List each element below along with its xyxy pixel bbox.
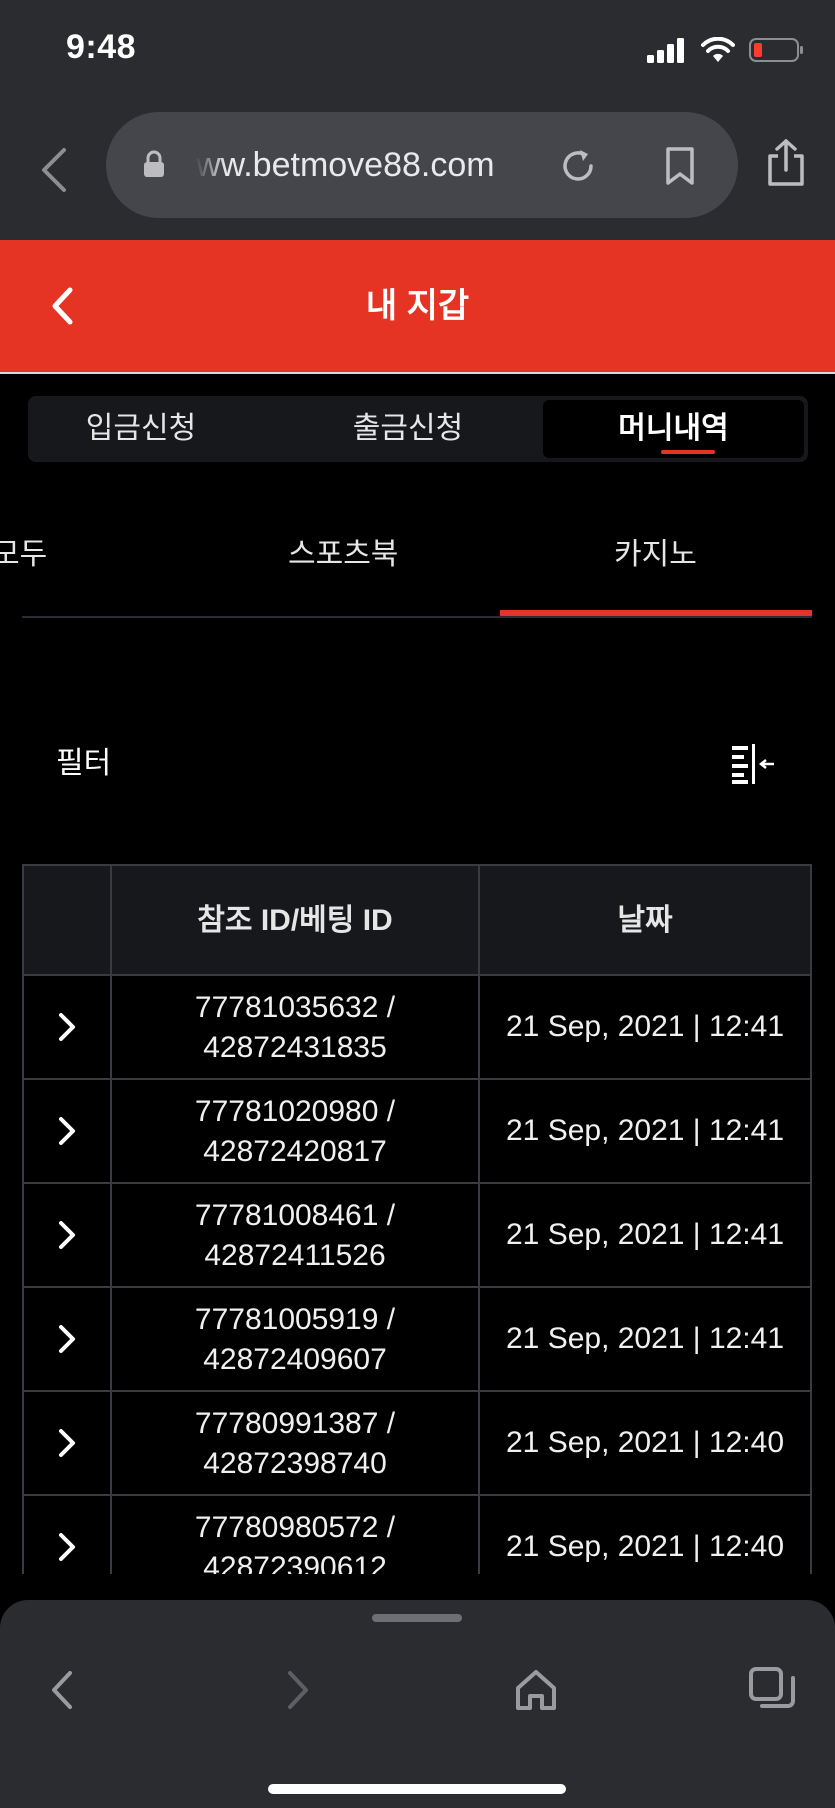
table-row[interactable]: 77781008461 / 42872411526 21 Sep, 2021 |… xyxy=(24,1184,810,1288)
row-expand-button[interactable] xyxy=(24,1496,112,1574)
subtab-sportsbook[interactable]: 스포츠북 xyxy=(288,530,398,580)
back-chevron-icon xyxy=(52,287,73,325)
battery-icon xyxy=(749,38,803,62)
subtab-baseline xyxy=(22,616,812,618)
date-cell: 21 Sep, 2021 | 12:41 xyxy=(505,1114,785,1147)
lock-icon xyxy=(144,150,164,177)
header-date: 날짜 xyxy=(617,904,673,937)
active-tab-indicator xyxy=(661,450,715,454)
browser-toolbar: ww.betmove88.com xyxy=(0,100,835,240)
row-expand-chevron-icon xyxy=(59,1429,75,1457)
address-bar[interactable]: ww.betmove88.com xyxy=(106,112,738,218)
status-time: 9:48 xyxy=(66,28,137,66)
row-expand-chevron-icon xyxy=(59,1013,75,1041)
row-expand-chevron-icon xyxy=(59,1533,75,1561)
bet-id: 42872390612 xyxy=(203,1551,387,1574)
subtab-casino[interactable]: 카지노 xyxy=(614,530,697,580)
transactions-table: 참조 ID/베팅 ID 날짜 77781035632 / 42872431835… xyxy=(22,864,812,1574)
signal-icon xyxy=(647,38,684,63)
share-icon[interactable] xyxy=(766,138,806,188)
table-row[interactable]: 77781005919 / 42872409607 21 Sep, 2021 |… xyxy=(24,1288,810,1392)
page-title: 내 지갑 xyxy=(365,287,470,325)
ref-bet-id-cell: 77781005919 / 42872409607 xyxy=(112,1288,480,1390)
bet-id: 42872431835 xyxy=(203,1031,387,1064)
header-back-button[interactable] xyxy=(40,280,84,332)
back-chevron-icon xyxy=(42,148,66,192)
date-cell: 21 Sep, 2021 | 12:40 xyxy=(505,1530,785,1563)
header-ref-bet-id: 참조 ID/베팅 ID xyxy=(112,866,480,976)
ref-bet-id-cell: 77781035632 / 42872431835 xyxy=(112,976,480,1078)
ref-bet-id-cell: 77781020980 / 42872420817 xyxy=(112,1080,480,1182)
subtab-active-indicator xyxy=(500,610,812,616)
browser-tabs-button[interactable] xyxy=(742,1658,802,1722)
ref-id: 77781035632 / xyxy=(194,991,396,1024)
tab-money-history[interactable]: 머니내역 xyxy=(543,400,804,458)
app-header: 내 지갑 xyxy=(0,240,835,372)
forward-chevron-icon xyxy=(288,1671,308,1709)
table-row[interactable]: 77780991387 / 42872398740 21 Sep, 2021 |… xyxy=(24,1392,810,1496)
header-divider xyxy=(0,372,835,374)
row-expand-button[interactable] xyxy=(24,1392,112,1494)
toolbar-grabber[interactable] xyxy=(372,1614,462,1622)
url-text: ww.betmove88.com xyxy=(196,146,495,184)
date-cell: 21 Sep, 2021 | 12:41 xyxy=(505,1218,785,1251)
bet-id: 42872398740 xyxy=(203,1447,387,1480)
date-cell: 21 Sep, 2021 | 12:41 xyxy=(505,1322,785,1355)
url-fade xyxy=(196,140,226,190)
category-tabs: 모두 스포츠북 카지노 xyxy=(0,500,835,620)
bet-id: 42872409607 xyxy=(203,1343,387,1376)
row-expand-chevron-icon xyxy=(59,1325,75,1353)
row-expand-button[interactable] xyxy=(24,1184,112,1286)
browser-back-button[interactable] xyxy=(34,140,74,200)
ref-id: 77781005919 / xyxy=(194,1303,396,1336)
ref-id: 77781020980 / xyxy=(194,1095,396,1128)
browser-back-button[interactable] xyxy=(32,1658,92,1722)
subtab-all[interactable]: 모두 xyxy=(0,530,47,580)
bookmark-icon[interactable] xyxy=(662,146,698,186)
home-icon xyxy=(516,1670,556,1710)
filter-label[interactable]: 필터 xyxy=(56,742,111,786)
row-expand-chevron-icon xyxy=(59,1221,75,1249)
tab-deposit-request[interactable]: 입금신청 xyxy=(28,396,254,462)
browser-forward-button[interactable] xyxy=(268,1658,328,1722)
back-chevron-icon xyxy=(52,1671,72,1709)
tab-withdraw-request[interactable]: 출금신청 xyxy=(294,396,522,462)
header-expand-column xyxy=(24,866,112,976)
filter-columns-icon[interactable] xyxy=(730,742,778,786)
ref-id: 77780991387 / xyxy=(194,1407,396,1440)
ref-id: 77780980572 / xyxy=(194,1511,396,1544)
browser-bottom-toolbar xyxy=(0,1600,835,1808)
tabs-icon xyxy=(749,1667,795,1708)
row-expand-button[interactable] xyxy=(24,1080,112,1182)
bet-id: 42872411526 xyxy=(204,1239,386,1272)
ref-id: 77781008461 / xyxy=(194,1199,396,1232)
home-indicator[interactable] xyxy=(268,1784,566,1794)
wifi-icon xyxy=(701,37,735,62)
date-cell: 21 Sep, 2021 | 12:41 xyxy=(505,1010,785,1043)
table-header: 참조 ID/베팅 ID 날짜 xyxy=(24,864,810,976)
row-expand-button[interactable] xyxy=(24,1288,112,1390)
status-icons xyxy=(647,34,805,66)
ref-bet-id-cell: 77780991387 / 42872398740 xyxy=(112,1392,480,1494)
wallet-tabs: 입금신청 출금신청 머니내역 xyxy=(28,396,808,462)
bet-id: 42872420817 xyxy=(203,1135,387,1168)
date-cell: 21 Sep, 2021 | 12:40 xyxy=(505,1426,785,1459)
row-expand-button[interactable] xyxy=(24,976,112,1078)
row-expand-chevron-icon xyxy=(59,1117,75,1145)
table-row[interactable]: 77781020980 / 42872420817 21 Sep, 2021 |… xyxy=(24,1080,810,1184)
status-bar: 9:48 xyxy=(0,0,835,100)
table-row[interactable]: 77780980572 / 42872390612 21 Sep, 2021 |… xyxy=(24,1496,810,1574)
ref-bet-id-cell: 77780980572 / 42872390612 xyxy=(112,1496,480,1574)
browser-home-button[interactable] xyxy=(506,1658,566,1722)
ref-bet-id-cell: 77781008461 / 42872411526 xyxy=(112,1184,480,1286)
reload-icon[interactable] xyxy=(558,146,598,186)
tab-money-history-label: 머니내역 xyxy=(618,412,729,445)
table-row[interactable]: 77781035632 / 42872431835 21 Sep, 2021 |… xyxy=(24,976,810,1080)
